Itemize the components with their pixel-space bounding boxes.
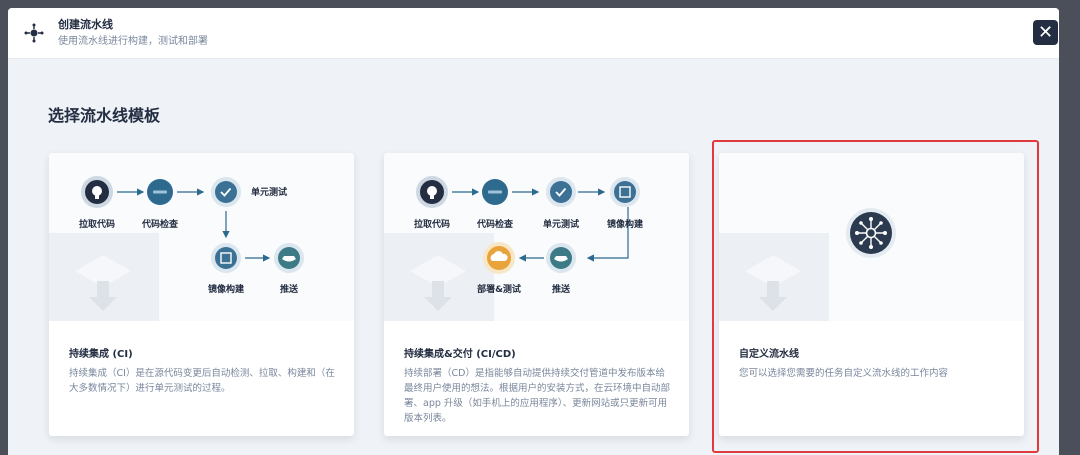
step-label: 镜像构建 — [607, 218, 644, 230]
close-icon: ✕ — [1037, 21, 1054, 43]
step-label: 代码检查 — [476, 218, 514, 230]
modal-header: 创建流水线 使用流水线进行构建，测试和部署 — [8, 8, 1059, 59]
step-label: 拉取代码 — [79, 218, 115, 230]
push-node — [274, 243, 304, 273]
image-build-node — [211, 243, 241, 273]
create-pipeline-modal: 创建流水线 使用流水线进行构建，测试和部署 ✕ 选择流水线模板 拉取代码 代码检… — [8, 8, 1059, 455]
step-label: 单元测试 — [543, 218, 579, 230]
code-check-node — [147, 179, 173, 205]
template-card-cicd[interactable]: 拉取代码 代码检查 单元测试 镜像构建 推送 部署&测试 持续集成&交付 (CI… — [384, 153, 689, 436]
git-pull-node — [81, 176, 113, 208]
step-label: 代码检查 — [141, 218, 179, 230]
cicd-flow-diagram: 拉取代码 代码检查 单元测试 镜像构建 推送 部署&测试 — [414, 176, 644, 295]
step-label: 拉取代码 — [414, 218, 450, 230]
step-label: 推送 — [280, 283, 299, 295]
unit-test-node — [546, 177, 576, 207]
deploy-test-node — [483, 242, 515, 274]
git-pull-node — [416, 176, 448, 208]
card-title: 持续集成&交付 (CI/CD) — [404, 349, 516, 360]
card-description: 持续部署（CD）是指能够自动提供持续交付管道中发布版本给最终用户使用的想法。根据… — [404, 368, 671, 424]
step-label: 部署&测试 — [477, 283, 521, 295]
step-label: 推送 — [552, 283, 571, 295]
modal-title: 创建流水线 — [58, 17, 113, 31]
card-description: 持续集成（CI）是在源代码变更后自动检测、拉取、构建和（在大多数情况下）进行单元… — [69, 368, 335, 394]
step-label: 单元测试 — [251, 186, 287, 198]
ci-flow-diagram: 拉取代码 代码检查 单元测试 镜像构建 推送 — [79, 176, 304, 295]
unit-test-node — [211, 177, 241, 207]
step-label: 镜像构建 — [208, 283, 245, 295]
code-check-node — [482, 179, 508, 205]
image-build-node — [610, 177, 640, 207]
section-title: 选择流水线模板 — [48, 106, 161, 125]
card-illustration: 拉取代码 代码检查 单元测试 镜像构建 推送 部署&测试 — [384, 153, 689, 321]
template-card-ci[interactable]: 拉取代码 代码检查 单元测试 镜像构建 推送 持续集成 (CI) 持续集成（CI… — [49, 153, 354, 436]
card-illustration: 拉取代码 代码检查 单元测试 镜像构建 推送 — [49, 153, 354, 321]
card-title: 持续集成 (CI) — [69, 349, 133, 360]
pipeline-icon — [24, 23, 44, 43]
modal-subtitle: 使用流水线进行构建，测试和部署 — [58, 35, 208, 47]
push-node — [546, 243, 576, 273]
close-button[interactable]: ✕ — [1033, 20, 1058, 45]
selection-highlight — [712, 140, 1039, 453]
